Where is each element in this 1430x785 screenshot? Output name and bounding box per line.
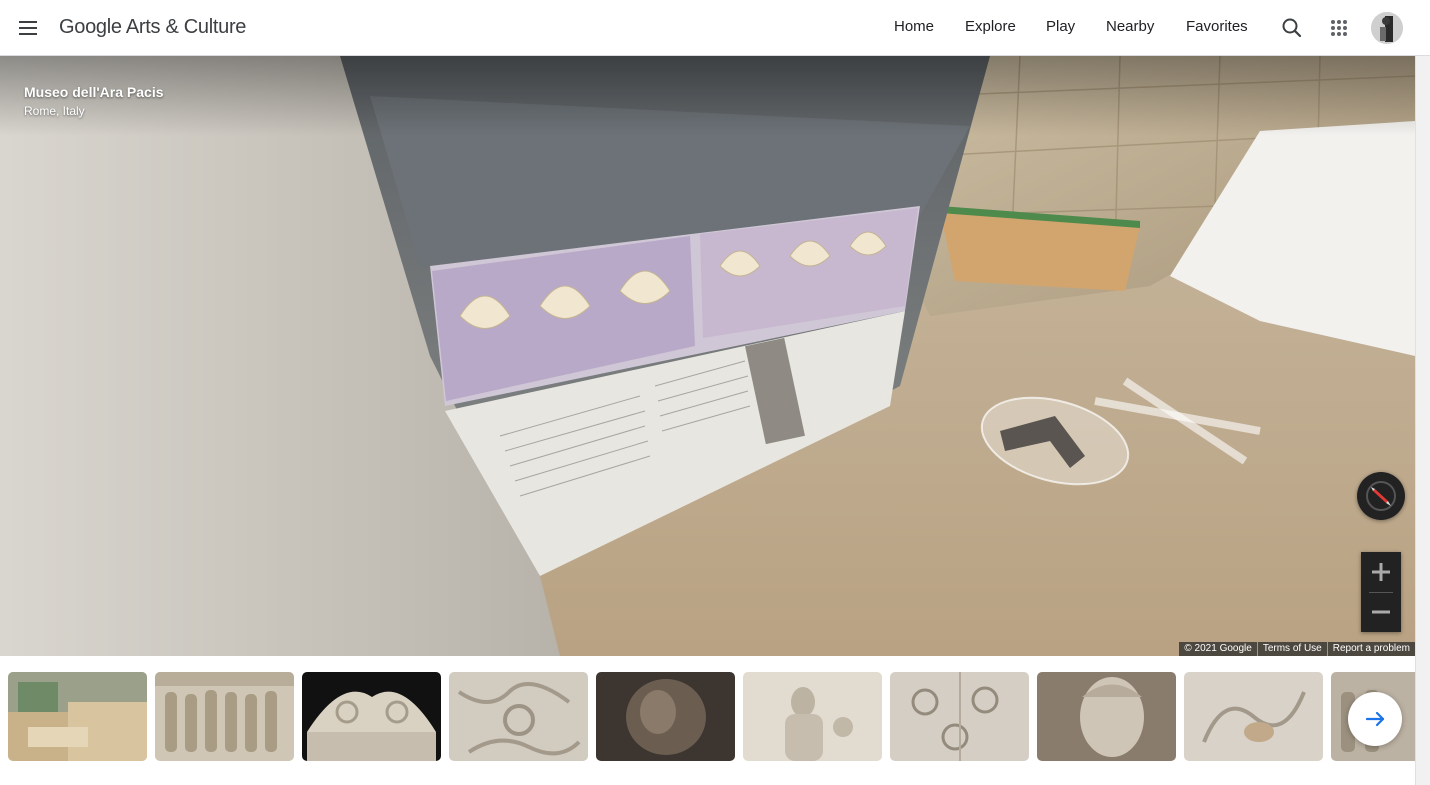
map-attribution: © 2021 Google Terms of Use Report a prob… — [1179, 642, 1415, 656]
top-app-bar: Google Arts & Culture Home Explore Play … — [0, 0, 1430, 56]
acanthus-scroll-thumbnail[interactable] — [449, 672, 588, 761]
zoom-control — [1361, 552, 1401, 632]
procession-relief-thumbnail[interactable] — [155, 672, 294, 761]
user-avatar[interactable] — [1371, 12, 1403, 44]
apps-grid-icon[interactable] — [1325, 14, 1353, 42]
tellus-panel-thumbnail[interactable] — [743, 672, 882, 761]
terms-link[interactable]: Terms of Use — [1258, 642, 1328, 656]
minus-icon[interactable] — [1361, 592, 1401, 632]
floral-frieze-thumbnail[interactable] — [890, 672, 1029, 761]
nav-explore[interactable]: Explore — [965, 18, 1016, 35]
plus-icon[interactable] — [1361, 552, 1401, 592]
arrow-right-icon[interactable] — [1348, 692, 1402, 746]
app-logo[interactable]: Google Arts & Culture — [59, 16, 246, 39]
nav-play[interactable]: Play — [1046, 18, 1075, 35]
museum-interior-thumbnail[interactable] — [8, 672, 147, 761]
street-view-panorama[interactable] — [0, 56, 1415, 656]
nav-home[interactable]: Home — [894, 18, 934, 35]
nav-favorites[interactable]: Favorites — [1186, 18, 1248, 35]
thumbnail-strip — [0, 656, 1415, 785]
location-subtitle: Rome, Italy — [24, 104, 85, 118]
page-scrollbar[interactable] — [1415, 56, 1430, 785]
vine-scroll-thumbnail[interactable] — [1184, 672, 1323, 761]
report-problem-link[interactable]: Report a problem — [1328, 642, 1415, 656]
location-title: Museo dell'Ara Pacis — [24, 84, 164, 100]
marble-head-thumbnail[interactable] — [1037, 672, 1176, 761]
copyright-text: © 2021 Google — [1179, 642, 1258, 656]
dark-sculpture-thumbnail[interactable] — [596, 672, 735, 761]
search-icon[interactable] — [1278, 14, 1306, 42]
compass-icon[interactable] — [1357, 472, 1405, 520]
panorama-scene — [0, 56, 1415, 656]
hamburger-menu-icon[interactable] — [12, 12, 44, 44]
pediment-relief-thumbnail[interactable] — [302, 672, 441, 761]
nav-nearby[interactable]: Nearby — [1106, 18, 1154, 35]
